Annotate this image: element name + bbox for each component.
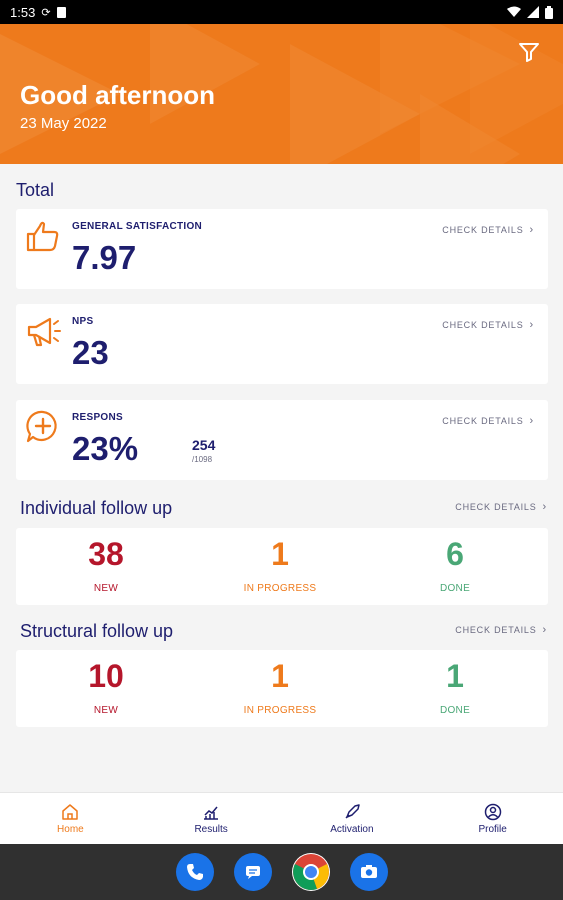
nav-label-profile: Profile (478, 823, 507, 835)
check-details-label: CHECK DETAILS (455, 625, 537, 635)
nav-label-home: Home (57, 823, 84, 835)
nav-item-results[interactable]: Results (141, 793, 282, 844)
structural-new-label: NEW (93, 705, 119, 716)
structural-done-stat[interactable]: 1 DONE (385, 658, 525, 716)
nps-card[interactable]: NPS 23 CHECK DETAILS › (16, 304, 548, 384)
greeting-title: Good afternoon (20, 80, 215, 110)
general-satisfaction-card[interactable]: GENERAL SATISFACTION 7.97 CHECK DETAILS … (16, 209, 548, 289)
sync-icon: ⟳ (41, 6, 51, 19)
structural-done-count: 1 (446, 658, 464, 694)
megaphone-icon (27, 317, 61, 347)
structural-new-count: 10 (88, 658, 124, 694)
nps-value: 23 (72, 334, 109, 371)
nav-item-activation[interactable]: Activation (282, 793, 423, 844)
home-icon (62, 803, 79, 820)
chat-plus-icon (26, 410, 57, 443)
chevron-right-icon: › (542, 624, 547, 636)
total-section-title: Total (16, 180, 55, 200)
sd-card-icon (56, 6, 66, 18)
respons-value: 23% (72, 430, 139, 467)
individual-in-progress-count: 1 (271, 536, 289, 572)
phone-app-icon[interactable] (175, 853, 214, 891)
header-banner: Good afternoon 23 May 2022 (0, 24, 563, 164)
individual-check-details-link[interactable]: CHECK DETAILS › (455, 501, 547, 513)
chevron-right-icon: › (529, 224, 534, 236)
individual-done-stat[interactable]: 6 DONE (385, 536, 525, 594)
signal-icon (527, 6, 539, 18)
profile-icon (484, 803, 501, 820)
structural-section-title: Structural follow up (20, 621, 174, 641)
general-satisfaction-label: GENERAL SATISFACTION (72, 221, 203, 232)
chrome-app-icon[interactable] (291, 853, 330, 891)
wifi-icon (507, 6, 521, 17)
battery-icon (545, 5, 553, 19)
individual-in-progress-stat[interactable]: 1 IN PROGRESS (210, 536, 350, 594)
nav-item-profile[interactable]: Profile (422, 793, 563, 844)
individual-section-title: Individual follow up (20, 498, 173, 518)
nav-label-activation: Activation (330, 823, 374, 835)
chevron-right-icon: › (529, 415, 534, 427)
general-satisfaction-value: 7.97 (72, 239, 137, 276)
nav-label-results: Results (194, 823, 228, 835)
respons-label: RESPONS (72, 412, 124, 423)
structural-in-progress-stat[interactable]: 1 IN PROGRESS (210, 658, 350, 716)
bottom-navigation: Home Results Activation Profile (0, 792, 563, 844)
structural-follow-up-card[interactable]: 10 NEW 1 IN PROGRESS 1 DONE (16, 650, 548, 727)
camera-app-icon[interactable] (349, 853, 388, 891)
status-bar: 1:53 ⟳ (0, 0, 563, 24)
check-details-label: CHECK DETAILS (442, 225, 524, 235)
chevron-right-icon: › (542, 501, 547, 513)
individual-in-progress-label: IN PROGRESS (243, 583, 317, 594)
individual-done-count: 6 (446, 536, 464, 572)
structural-new-stat[interactable]: 10 NEW (36, 658, 176, 716)
individual-follow-up-card[interactable]: 38 NEW 1 IN PROGRESS 6 DONE (16, 528, 548, 605)
nps-label: NPS (72, 316, 94, 327)
respons-card[interactable]: RESPONS 23% 254 /1098 CHECK DETAILS › (16, 400, 548, 480)
chevron-right-icon: › (529, 319, 534, 331)
structural-in-progress-label: IN PROGRESS (243, 705, 317, 716)
check-details-label: CHECK DETAILS (442, 320, 524, 330)
check-details-label: CHECK DETAILS (455, 502, 537, 512)
thumbs-up-icon (26, 221, 59, 252)
messages-app-icon[interactable] (233, 853, 272, 891)
individual-new-label: NEW (93, 583, 119, 594)
check-details-link[interactable]: CHECK DETAILS › (442, 415, 534, 427)
respons-count: 254 (192, 437, 216, 453)
check-details-link[interactable]: CHECK DETAILS › (442, 319, 534, 331)
individual-new-stat[interactable]: 38 NEW (36, 536, 176, 594)
status-time: 1:53 (10, 4, 36, 20)
respons-total: /1098 (192, 455, 213, 464)
nav-item-home[interactable]: Home (0, 793, 141, 844)
date-label: 23 May 2022 (20, 115, 107, 132)
filter-icon[interactable] (517, 40, 541, 64)
individual-done-label: DONE (439, 583, 471, 594)
check-details-label: CHECK DETAILS (442, 416, 524, 426)
structural-check-details-link[interactable]: CHECK DETAILS › (455, 624, 547, 636)
structural-in-progress-count: 1 (271, 658, 289, 694)
results-icon (204, 806, 219, 820)
check-details-link[interactable]: CHECK DETAILS › (442, 224, 534, 236)
individual-new-count: 38 (88, 536, 124, 572)
system-dock (0, 844, 563, 900)
rocket-icon (345, 803, 360, 819)
structural-done-label: DONE (439, 705, 471, 716)
